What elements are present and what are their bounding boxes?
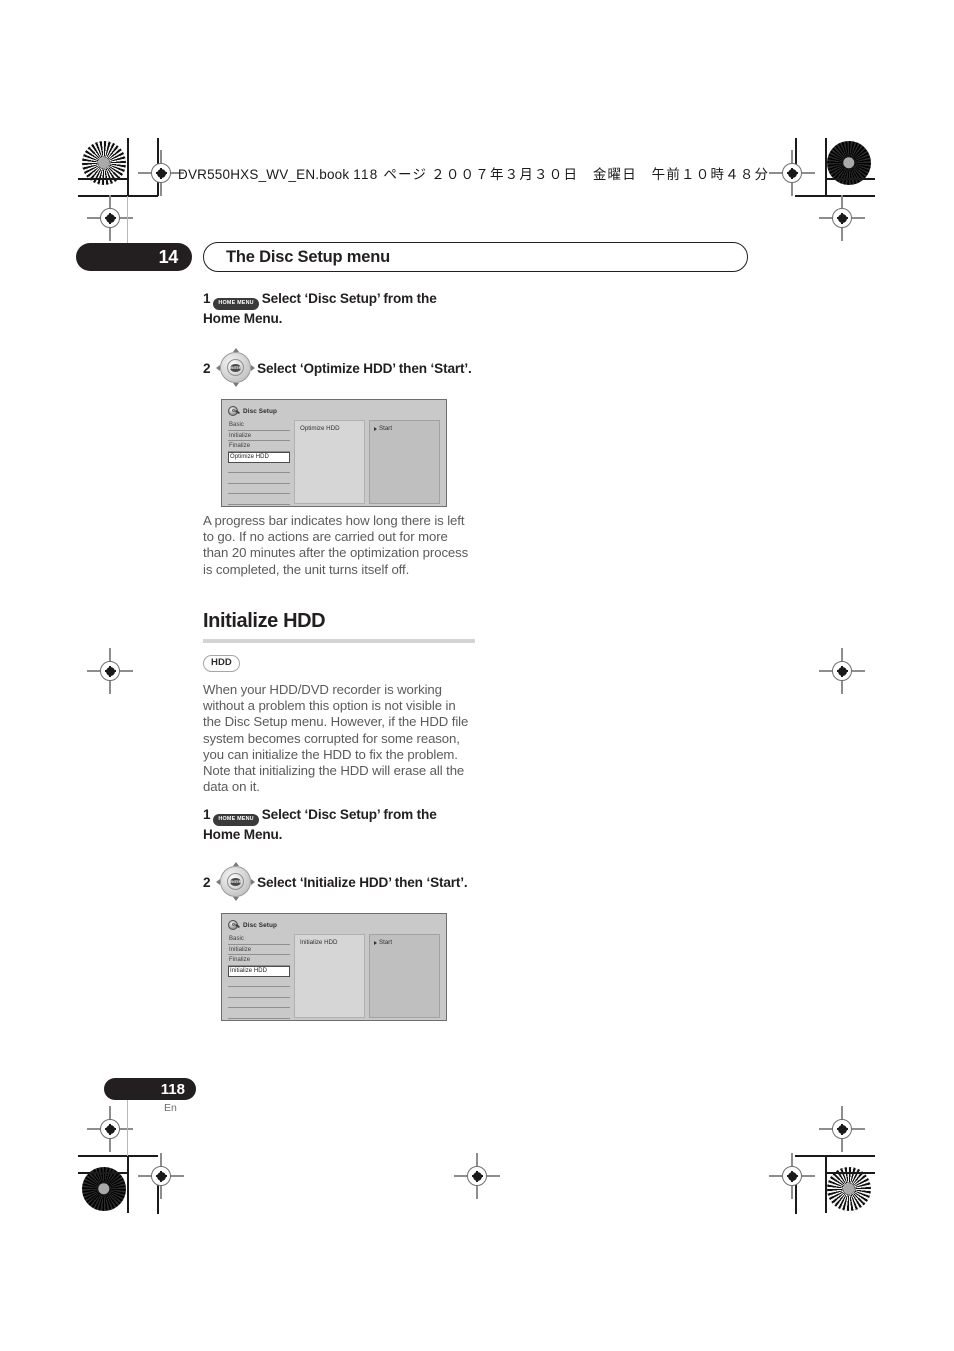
- step-initialize-1: 1 HOME MENU Select ‘Disc Setup’ from the H…: [203, 806, 475, 843]
- osd-menu-item-blank: [228, 1008, 290, 1019]
- crop-mark-tl-h2: [78, 178, 128, 180]
- osd-start-option[interactable]: Start: [374, 939, 435, 946]
- crop-mark-tl-v: [127, 138, 129, 196]
- osd-menu-item-blank: [228, 484, 290, 494]
- section-divider: [203, 639, 475, 643]
- crosshair-top-right: [769, 150, 815, 196]
- wheel-right-arrow-icon: [251, 365, 256, 371]
- crosshair-bottom-right: [769, 1153, 815, 1199]
- disc-setup-icon: [228, 405, 240, 417]
- enter-jog-wheel-icon[interactable]: ENTER: [216, 862, 256, 901]
- crosshair-right-middle: [819, 648, 865, 694]
- osd-screenshot-initialize: Disc Setup Basic Initialize Finalize Ini…: [221, 913, 447, 1021]
- page-number-badge: 118: [104, 1078, 196, 1100]
- osd-menu-item-basic[interactable]: Basic: [228, 420, 290, 431]
- step-optimize-1: 1 HOME MENU Select ‘Disc Setup’ from the H…: [203, 290, 475, 327]
- osd-middle-panel: Initialize HDD: [294, 934, 365, 1018]
- osd-title-text: Disc Setup: [243, 407, 278, 415]
- chapter-number: 14: [158, 246, 179, 267]
- step-number: 1: [203, 291, 211, 306]
- osd-menu-list: Basic Initialize Finalize Optimize HDD: [228, 420, 290, 505]
- crosshair-bottom-center: [454, 1153, 500, 1199]
- osd-menu-item-blank: [228, 463, 290, 473]
- wheel-down-arrow-icon: [233, 383, 240, 387]
- osd-menu-item-selected[interactable]: Optimize HDD: [228, 451, 290, 463]
- wheel-right-arrow-icon: [251, 879, 256, 885]
- step-number: 2: [203, 361, 211, 376]
- osd-start-label: Start: [379, 939, 393, 946]
- home-menu-key-icon[interactable]: HOME MENU: [213, 297, 259, 310]
- hdd-media-badge: HDD: [203, 654, 240, 672]
- step-number: 2: [203, 875, 211, 890]
- osd-title-bar: Disc Setup: [228, 405, 440, 417]
- crosshair-right-upper: [819, 195, 865, 241]
- osd-body: Basic Initialize Finalize Initialize HDD…: [228, 934, 440, 1019]
- osd-menu-item-blank: [228, 987, 290, 998]
- section-heading: Initialize HDD: [203, 610, 326, 632]
- crop-mark-tr-h2: [825, 178, 875, 180]
- osd-menu-item-blank: [228, 494, 290, 505]
- disc-setup-icon: [228, 919, 240, 931]
- chapter-number-badge: 14: [76, 243, 192, 271]
- osd-menu-item-initialize[interactable]: Initialize: [228, 431, 290, 441]
- osd-middle-label: Initialize HDD: [300, 939, 338, 946]
- osd-middle-label: Optimize HDD: [300, 425, 340, 432]
- osd-right-panel: Start: [369, 420, 440, 504]
- book-page-marker: 118 ページ: [353, 167, 428, 182]
- osd-menu-item-initialize[interactable]: Initialize: [228, 945, 290, 955]
- page-language-code: En: [164, 1102, 177, 1114]
- crosshair-left-middle: [87, 648, 133, 694]
- crop-mark-tr-v: [825, 138, 827, 196]
- caret-right-icon: [374, 940, 377, 945]
- osd-right-panel: Start: [369, 934, 440, 1018]
- osd-title-bar: Disc Setup: [228, 919, 440, 931]
- page-title-text: The Disc Setup menu: [226, 247, 390, 266]
- initialize-section-header: Initialize HDD: [203, 610, 475, 643]
- home-menu-key-icon[interactable]: HOME MENU: [213, 813, 259, 826]
- media-badge-row: HDD: [203, 652, 475, 672]
- enter-jog-wheel-icon[interactable]: ENTER: [216, 348, 256, 387]
- osd-menu-item-blank: [228, 977, 290, 987]
- page-title: The Disc Setup menu: [203, 242, 748, 272]
- osd-body: Basic Initialize Finalize Optimize HDD O…: [228, 420, 440, 505]
- osd-start-option[interactable]: Start: [374, 425, 435, 432]
- book-date: ２００７年３月３０日 金曜日 午前１０時４８分: [431, 167, 770, 182]
- osd-menu-item-blank: [228, 998, 290, 1008]
- crop-mark-br-v: [825, 1155, 827, 1213]
- step-text: Select ‘Initialize HDD’ then ‘Start’.: [257, 875, 468, 890]
- step-optimize-2: 2 ENTER Select ‘Optimize HDD’ then ‘Star…: [203, 348, 475, 387]
- osd-middle-panel: Optimize HDD: [294, 420, 365, 504]
- osd-title-text: Disc Setup: [243, 921, 278, 929]
- wheel-enter-label: ENTER: [230, 363, 242, 372]
- print-header-line: DVR550HXS_WV_EN.book 118 ページ ２００７年３月３０日 …: [178, 163, 769, 183]
- book-filename: DVR550HXS_WV_EN.book: [178, 167, 350, 182]
- registration-target-bottom-right: [827, 1167, 871, 1211]
- crop-mark-bl-v: [127, 1155, 129, 1213]
- wheel-down-arrow-icon: [233, 897, 240, 901]
- crop-mark-bl-h2: [78, 1172, 128, 1174]
- osd-menu-item-finalize[interactable]: Finalize: [228, 441, 290, 452]
- step-initialize-2: 2 ENTER Select ‘Initialize HDD’ then ‘St…: [203, 862, 475, 901]
- crosshair-bottom-left: [138, 1153, 184, 1199]
- step-text: Select ‘Optimize HDD’ then ‘Start’.: [257, 361, 472, 376]
- osd-menu-item-selected[interactable]: Initialize HDD: [228, 965, 290, 977]
- osd-screenshot-optimize: Disc Setup Basic Initialize Finalize Opt…: [221, 399, 447, 507]
- osd-menu-item-blank: [228, 473, 290, 484]
- step-number: 1: [203, 807, 211, 822]
- osd-menu-list: Basic Initialize Finalize Initialize HDD: [228, 934, 290, 1019]
- crosshair-right-lower: [819, 1106, 865, 1152]
- osd-start-label: Start: [379, 425, 393, 432]
- initialize-paragraph: When your HDD/DVD recorder is working wi…: [203, 682, 469, 795]
- wheel-enter-label: ENTER: [230, 877, 242, 886]
- crop-mark-br-h2: [825, 1172, 875, 1174]
- registration-target-bottom-left: [82, 1167, 126, 1211]
- page-number: 118: [160, 1080, 185, 1098]
- caret-right-icon: [374, 426, 377, 431]
- osd-menu-item-finalize[interactable]: Finalize: [228, 955, 290, 966]
- osd-menu-item-basic[interactable]: Basic: [228, 934, 290, 945]
- optimize-paragraph: A progress bar indicates how long there …: [203, 513, 469, 577]
